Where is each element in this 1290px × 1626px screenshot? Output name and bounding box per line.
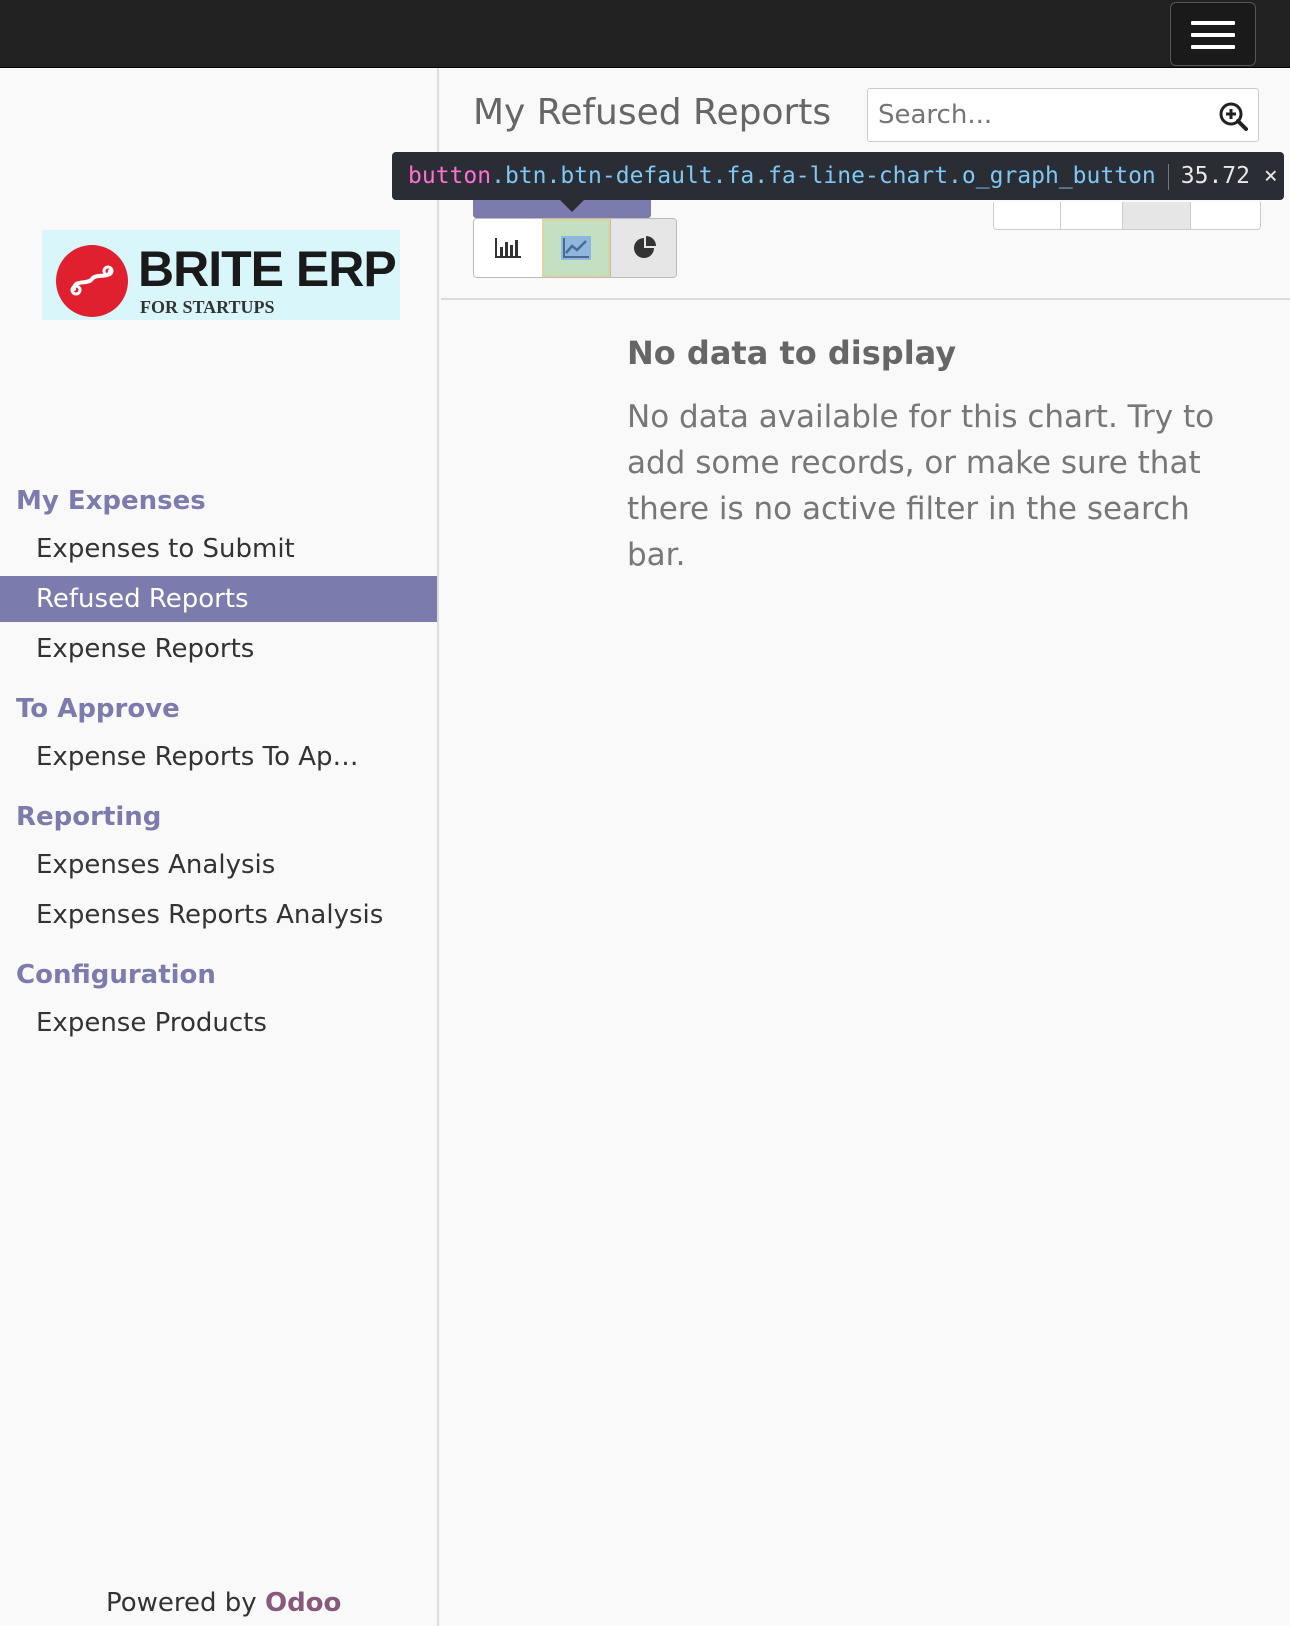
menu-section-configuration[interactable]: Configuration bbox=[16, 960, 216, 990]
menu-section-to-approve[interactable]: To Approve bbox=[16, 694, 180, 724]
pager-button-group[interactable] bbox=[993, 202, 1261, 230]
powered-by-label: Powered by bbox=[106, 1588, 265, 1618]
search-input[interactable] bbox=[878, 95, 1208, 135]
bar-chart-button[interactable] bbox=[474, 219, 542, 277]
no-data-message: No data available for this chart. Try to… bbox=[627, 399, 1215, 573]
graph-view-switcher bbox=[473, 218, 677, 278]
search-box[interactable] bbox=[867, 88, 1259, 142]
page-title: My Refused Reports bbox=[473, 92, 832, 133]
line-chart-button[interactable] bbox=[542, 219, 610, 277]
no-data-title: No data to display bbox=[627, 334, 957, 372]
menu-item-expense-products[interactable]: Expense Products bbox=[0, 1000, 437, 1046]
menu-item-expense-reports-to-approve[interactable]: Expense Reports To Ap… bbox=[0, 734, 437, 780]
odoo-link[interactable]: Odoo bbox=[265, 1588, 341, 1618]
pie-chart-icon bbox=[633, 236, 656, 258]
menu-section-reporting[interactable]: Reporting bbox=[16, 802, 161, 832]
logo-mark-icon bbox=[56, 245, 128, 317]
devtools-inspect-tooltip: button.btn.btn-default.fa.fa-line-chart.… bbox=[392, 152, 1290, 200]
logo-subtitle: FOR STARTUPS bbox=[140, 297, 275, 317]
pager-segment-active[interactable] bbox=[1122, 202, 1190, 229]
hamburger-menu-icon[interactable] bbox=[1170, 2, 1256, 66]
search-zoom-icon[interactable] bbox=[1218, 101, 1248, 131]
tooltip-arrow bbox=[560, 200, 584, 212]
logo-title: BRITE ERP bbox=[138, 241, 397, 297]
pager-segment[interactable] bbox=[1190, 202, 1262, 229]
menu-item-expense-reports[interactable]: Expense Reports bbox=[0, 626, 437, 672]
tooltip-classes: .btn.btn-default.fa.fa-line-chart.o_grap… bbox=[491, 163, 1156, 189]
menu-item-expenses-to-submit[interactable]: Expenses to Submit bbox=[0, 526, 437, 572]
bar-chart-icon bbox=[495, 238, 521, 258]
menu-item-expenses-reports-analysis[interactable]: Expenses Reports Analysis bbox=[0, 892, 437, 938]
pie-chart-button[interactable] bbox=[610, 219, 676, 277]
powered-by-footer: Powered by Odoo bbox=[106, 1588, 341, 1618]
top-navbar bbox=[0, 0, 1290, 68]
line-chart-icon bbox=[561, 236, 591, 260]
menu-section-my-expenses[interactable]: My Expenses bbox=[16, 486, 206, 516]
menu-item-refused-reports[interactable]: Refused Reports bbox=[0, 576, 437, 622]
pager-segment[interactable] bbox=[1060, 202, 1122, 229]
brite-erp-logo: BRITE ERP FOR STARTUPS bbox=[42, 230, 400, 320]
tooltip-separator bbox=[1167, 163, 1169, 190]
tooltip-size: 35.72 × 30 bbox=[1180, 163, 1290, 189]
tooltip-tag: button bbox=[408, 163, 492, 189]
sidebar: BRITE ERP FOR STARTUPS My Expenses Expen… bbox=[0, 68, 439, 1626]
menu-item-expenses-analysis[interactable]: Expenses Analysis bbox=[0, 842, 437, 888]
